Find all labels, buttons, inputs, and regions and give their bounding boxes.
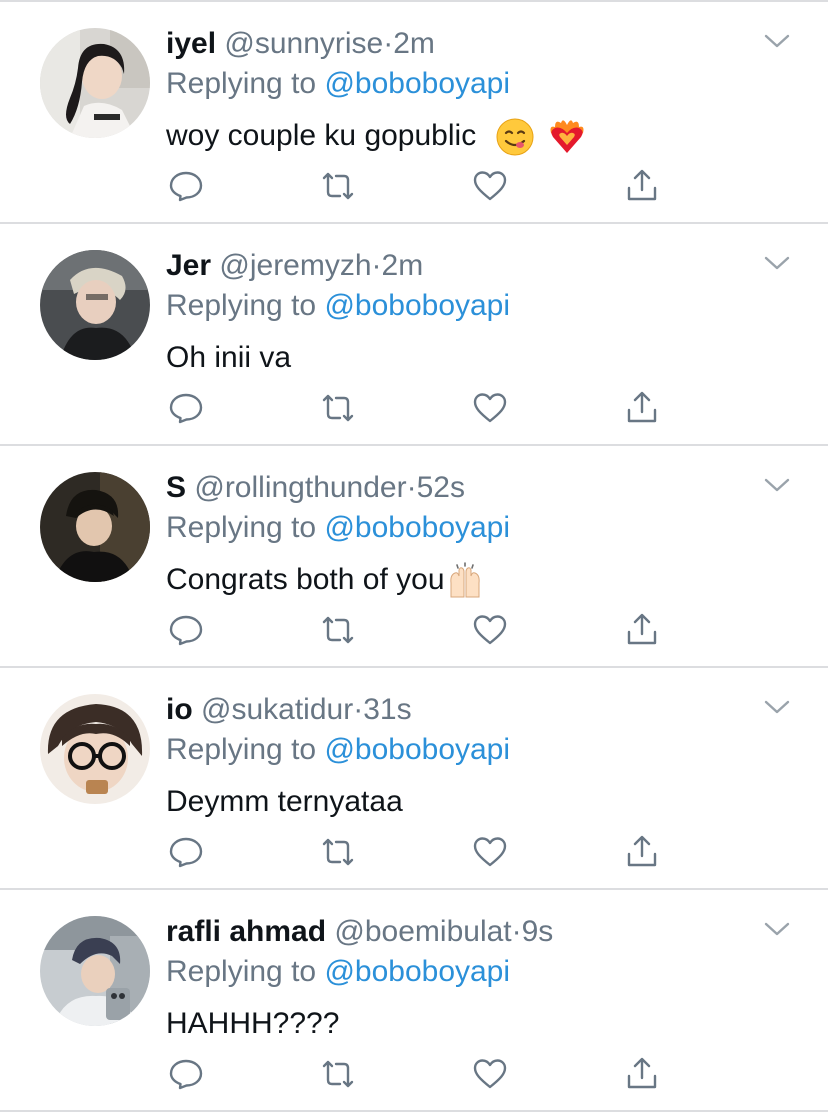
replying-to: Replying to @boboboyapi [166, 508, 510, 548]
replying-to-label: Replying to [166, 955, 317, 988]
chevron-down-icon[interactable] [764, 698, 790, 716]
retweet-icon[interactable] [318, 166, 358, 206]
tweet-header: rafli ahmad @boemibulat·9s [166, 912, 553, 952]
separator-dot: · [353, 693, 364, 726]
display-name[interactable]: rafli ahmad [166, 915, 326, 948]
tweet-text-content: woy couple ku gopublic [166, 119, 477, 152]
avatar[interactable] [40, 250, 150, 360]
heart-on-fire-emoji [547, 117, 587, 157]
timestamp[interactable]: 52s [417, 471, 465, 504]
replying-to-handle[interactable]: @boboboyapi [324, 289, 510, 322]
chevron-down-icon[interactable] [764, 32, 790, 50]
heart-icon[interactable] [470, 832, 510, 872]
replying-to-label: Replying to [166, 733, 317, 766]
tweet-header: Jer @jeremyzh·2m [166, 246, 423, 286]
user-handle[interactable]: @sunnyrise [224, 27, 383, 60]
replying-to: Replying to @boboboyapi [166, 730, 510, 770]
timestamp[interactable]: 9s [522, 915, 554, 948]
reply-icon[interactable] [166, 388, 206, 428]
tweet-text: woy couple ku gopublic [166, 114, 587, 158]
reply-feed: iyel @sunnyrise·2m Replying to @boboboya… [0, 0, 828, 1112]
chevron-down-icon[interactable] [764, 476, 790, 494]
avatar[interactable] [40, 472, 150, 582]
reply-icon[interactable] [166, 610, 206, 650]
reply-icon[interactable] [166, 832, 206, 872]
tweet[interactable]: S @rollingthunder·52s Replying to @bobob… [0, 446, 828, 668]
heart-icon[interactable] [470, 388, 510, 428]
separator-dot: · [371, 249, 382, 282]
display-name[interactable]: io [166, 693, 193, 726]
share-icon[interactable] [622, 610, 662, 650]
tweet[interactable]: Jer @jeremyzh·2m Replying to @boboboyapi… [0, 224, 828, 446]
tweet-text-content: Deymm ternyataa [166, 785, 403, 818]
avatar[interactable] [40, 28, 150, 138]
display-name[interactable]: iyel [166, 27, 216, 60]
replying-to-handle[interactable]: @boboboyapi [324, 511, 510, 544]
tweet-header: io @sukatidur·31s [166, 690, 412, 730]
reply-icon[interactable] [166, 166, 206, 206]
share-icon[interactable] [622, 166, 662, 206]
user-handle[interactable]: @sukatidur [201, 693, 353, 726]
replying-to-handle[interactable]: @boboboyapi [324, 67, 510, 100]
user-handle[interactable]: @boemibulat [334, 915, 511, 948]
retweet-icon[interactable] [318, 1054, 358, 1094]
retweet-icon[interactable] [318, 610, 358, 650]
share-icon[interactable] [622, 832, 662, 872]
replying-to-label: Replying to [166, 511, 317, 544]
timestamp[interactable]: 31s [363, 693, 411, 726]
replying-to-handle[interactable]: @boboboyapi [324, 733, 510, 766]
tweet-text-content: HAHHH???? [166, 1007, 340, 1040]
tweet-text-content: Congrats both of you [166, 563, 445, 596]
separator-dot: · [406, 471, 417, 504]
tweet-text: HAHHH???? [166, 1002, 339, 1046]
replying-to-label: Replying to [166, 289, 317, 322]
replying-to: Replying to @boboboyapi [166, 64, 510, 104]
timestamp[interactable]: 2m [393, 27, 435, 60]
avatar[interactable] [40, 916, 150, 1026]
replying-to-handle[interactable]: @boboboyapi [324, 955, 510, 988]
yum-face-emoji [495, 117, 535, 157]
heart-icon[interactable] [470, 610, 510, 650]
tweet-text: Oh inii va [166, 336, 291, 380]
chevron-down-icon[interactable] [764, 254, 790, 272]
retweet-icon[interactable] [318, 832, 358, 872]
tweet-header: iyel @sunnyrise·2m [166, 24, 435, 64]
display-name[interactable]: Jer [166, 249, 211, 282]
separator-dot: · [383, 27, 394, 60]
separator-dot: · [511, 915, 522, 948]
chevron-down-icon[interactable] [764, 920, 790, 938]
share-icon[interactable] [622, 1054, 662, 1094]
reply-icon[interactable] [166, 1054, 206, 1094]
raising-hands-emoji [445, 561, 485, 601]
avatar[interactable] [40, 694, 150, 804]
retweet-icon[interactable] [318, 388, 358, 428]
replying-to-label: Replying to [166, 67, 317, 100]
tweet-text: Congrats both of you [166, 558, 485, 602]
heart-icon[interactable] [470, 166, 510, 206]
user-handle[interactable]: @jeremyzh [219, 249, 371, 282]
tweet[interactable]: io @sukatidur·31s Replying to @boboboyap… [0, 668, 828, 890]
timestamp[interactable]: 2m [382, 249, 424, 282]
display-name[interactable]: S [166, 471, 186, 504]
user-handle[interactable]: @rollingthunder [194, 471, 406, 504]
tweet[interactable]: rafli ahmad @boemibulat·9s Replying to @… [0, 890, 828, 1112]
tweet-header: S @rollingthunder·52s [166, 468, 465, 508]
tweet-text: Deymm ternyataa [166, 780, 403, 824]
tweet-text-content: Oh inii va [166, 341, 292, 374]
heart-icon[interactable] [470, 1054, 510, 1094]
replying-to: Replying to @boboboyapi [166, 952, 510, 992]
replying-to: Replying to @boboboyapi [166, 286, 510, 326]
share-icon[interactable] [622, 388, 662, 428]
tweet[interactable]: iyel @sunnyrise·2m Replying to @boboboya… [0, 2, 828, 224]
